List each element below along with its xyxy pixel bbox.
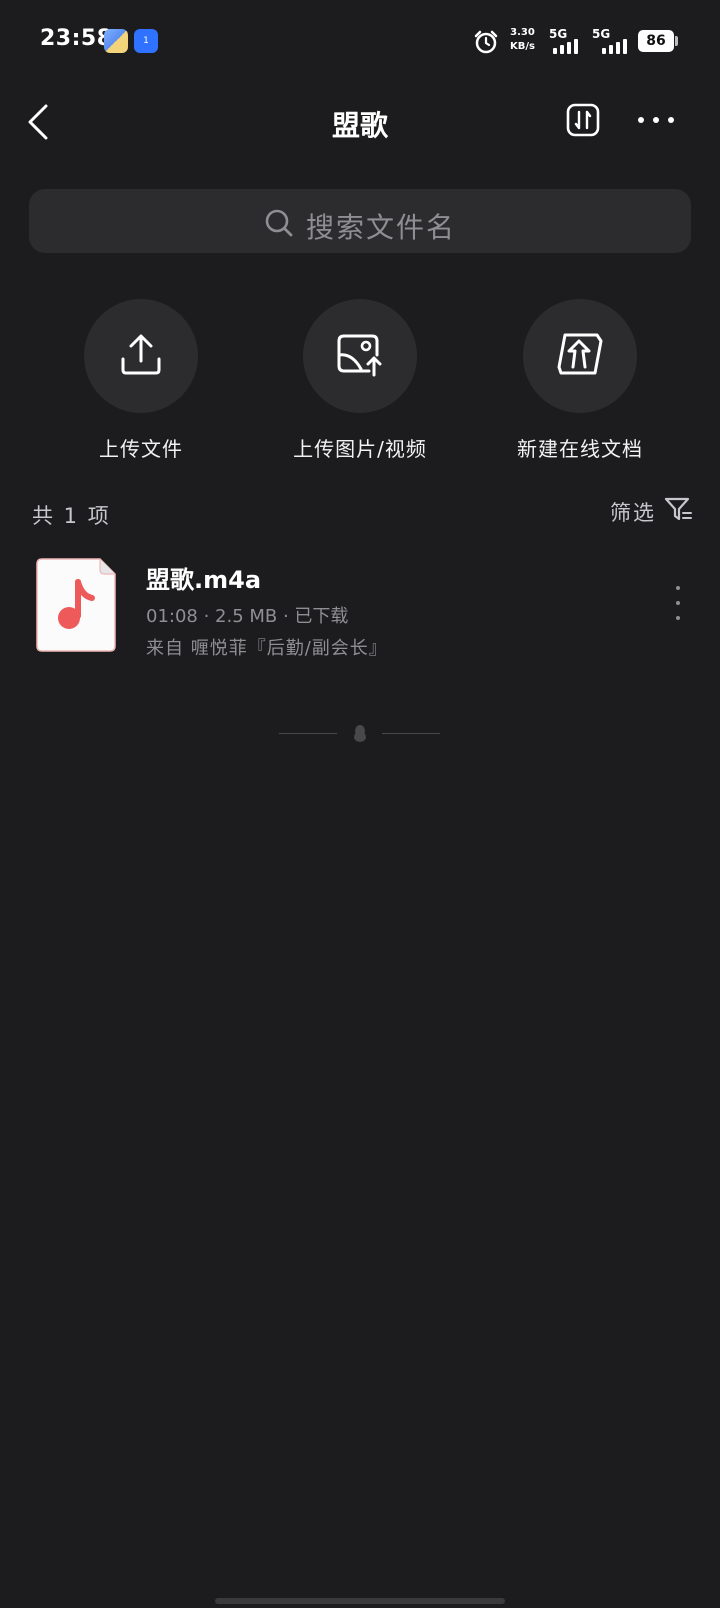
end-divider-right bbox=[382, 733, 440, 734]
upload-file-circle bbox=[84, 299, 198, 413]
more-options-button[interactable] bbox=[636, 108, 676, 132]
signal-bars-2-icon bbox=[602, 36, 627, 54]
more-vertical-icon-dot bbox=[676, 586, 680, 590]
more-horizontal-icon bbox=[636, 117, 676, 136]
page-title: 盟歌 bbox=[331, 109, 388, 142]
item-count: 共 1 项 bbox=[32, 504, 111, 528]
new-online-doc-label: 新建在线文档 bbox=[517, 437, 643, 461]
new-online-doc-circle bbox=[523, 299, 637, 413]
status-time: 23:58 bbox=[40, 26, 113, 51]
file-meta: 01:08 · 2.5 MB · 已下载 bbox=[146, 606, 349, 627]
battery-indicator: 86 bbox=[638, 30, 674, 52]
upload-icon bbox=[118, 331, 164, 381]
filter-button[interactable]: 筛选 bbox=[610, 496, 692, 527]
upload-media-button[interactable]: 上传图片/视频 bbox=[270, 299, 450, 462]
swap-vertical-icon bbox=[566, 103, 600, 141]
file-name: 盟歌.m4a bbox=[146, 566, 262, 594]
upload-media-label: 上传图片/视频 bbox=[293, 437, 427, 461]
upload-file-button[interactable]: 上传文件 bbox=[51, 299, 231, 462]
more-vertical-icon-dot bbox=[676, 601, 680, 605]
hotspot-icon: 1 bbox=[134, 29, 158, 53]
music-file-icon bbox=[36, 558, 116, 656]
upload-media-circle bbox=[303, 299, 417, 413]
notification-app-icon bbox=[104, 29, 128, 53]
file-more-button[interactable] bbox=[670, 586, 686, 620]
transfer-button[interactable] bbox=[566, 103, 600, 137]
file-source: 来自 喱悦菲『后勤/副会长』 bbox=[146, 638, 388, 659]
upload-file-label: 上传文件 bbox=[99, 437, 183, 461]
end-divider-left bbox=[279, 733, 337, 734]
home-indicator[interactable] bbox=[215, 1598, 505, 1604]
new-doc-icon bbox=[555, 331, 605, 381]
battery-tip bbox=[675, 36, 678, 46]
more-vertical-icon-dot bbox=[676, 616, 680, 620]
penguin-icon bbox=[353, 724, 367, 746]
signal-bars-1-icon bbox=[553, 36, 578, 54]
filter-label: 筛选 bbox=[610, 500, 656, 525]
search-icon bbox=[264, 208, 294, 242]
search-placeholder: 搜索文件名 bbox=[306, 211, 457, 244]
upload-image-icon bbox=[335, 331, 385, 381]
new-online-doc-button[interactable]: 新建在线文档 bbox=[490, 299, 670, 462]
alarm-icon bbox=[472, 28, 500, 60]
network-speed: 3.30 KB/s bbox=[510, 27, 535, 52]
filter-icon bbox=[664, 496, 692, 527]
